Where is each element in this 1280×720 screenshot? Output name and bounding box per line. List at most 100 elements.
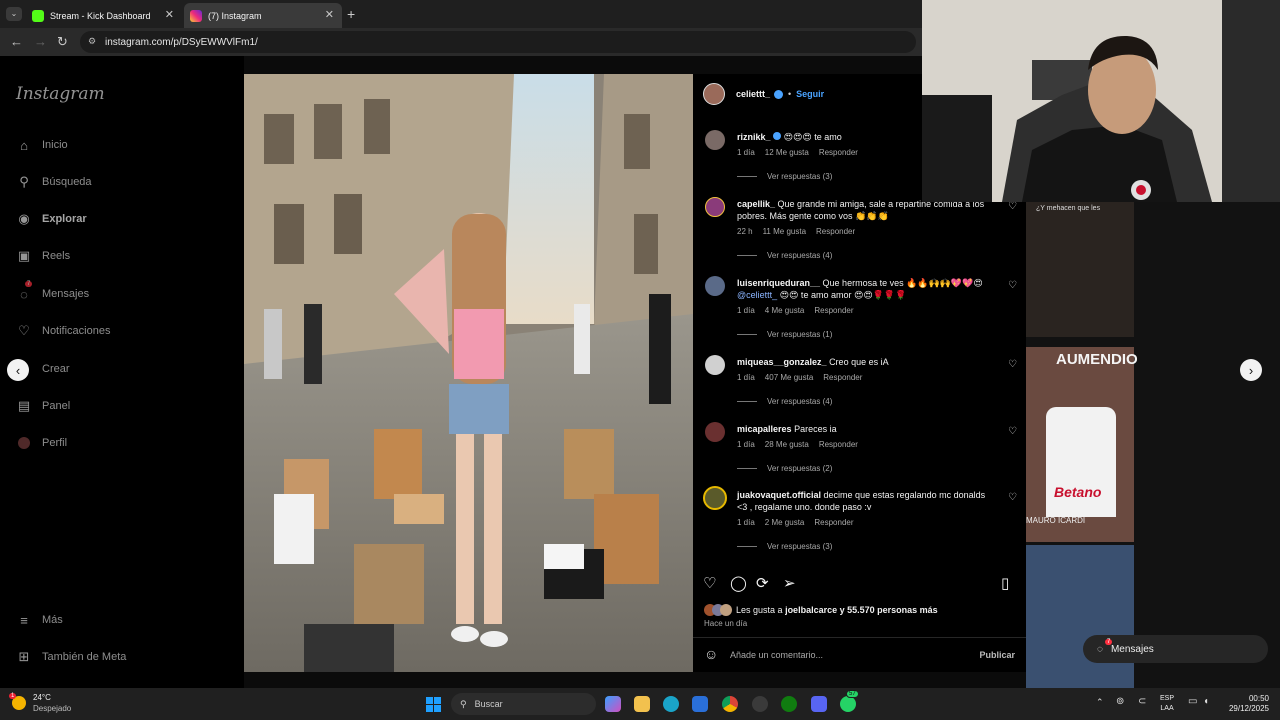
comment-username[interactable]: riznikk_ [737,132,771,142]
author-username[interactable]: celiettt_ [736,89,770,99]
discord-icon[interactable] [811,696,827,712]
follow-button[interactable]: Seguir [796,89,824,99]
chrome-icon[interactable] [722,696,738,712]
site-info-icon[interactable]: ⚙ [88,36,96,47]
new-tab-button[interactable]: + [347,6,355,22]
copilot-icon[interactable] [605,696,621,712]
display-icon[interactable]: ▭ [1188,696,1197,707]
edge-icon[interactable] [663,696,679,712]
comment-avatar[interactable] [705,276,725,296]
file-explorer-icon[interactable] [634,696,650,712]
previous-post-button[interactable]: ‹ [7,359,29,381]
messages-pill[interactable]: ◌ 7 Mensajes [1083,635,1268,663]
reply-button[interactable]: Responder [819,440,858,449]
comment-time: 1 día [737,440,755,449]
likes-user[interactable]: joelbalcarce [785,605,837,615]
share-icon[interactable]: ➢ [783,574,796,592]
sidebar-item-reels[interactable]: ▣ Reels [16,248,70,264]
comment-avatar[interactable] [705,422,725,442]
publish-button[interactable]: Publicar [979,650,1015,660]
tab-kick[interactable]: Stream - Kick Dashboard ✕ [26,3,182,28]
xbox-icon[interactable] [781,696,797,712]
save-icon[interactable]: ▯ [1001,574,1009,592]
instagram-logo[interactable]: Instagram [16,84,105,104]
sidebar-item-explorar[interactable]: ◉ Explorar [16,211,86,227]
comment-likes[interactable]: 28 Me gusta [765,440,809,449]
like-icon[interactable]: ♡ [703,574,716,592]
comment-icon[interactable]: ◯ [730,574,747,592]
tab-instagram[interactable]: (7) Instagram ✕ [184,3,342,28]
volume-icon[interactable]: ◖ [1203,696,1209,707]
sidebar-item-inicio[interactable]: ⌂ Inicio [16,137,68,153]
url-field[interactable]: ⚙ instagram.com/p/DSyEWWVlFm1/ [80,31,916,53]
tray-overflow-icon[interactable]: ⌃ [1096,697,1104,708]
view-replies-button[interactable]: Ver respuestas (1) [767,330,832,339]
close-tab-icon[interactable]: ✕ [325,8,334,21]
sidebar-label: Búsqueda [42,176,92,188]
emoji-icon[interactable]: ☺ [704,646,718,662]
view-replies-button[interactable]: Ver respuestas (4) [767,397,832,406]
language-indicator[interactable]: ESP LAA [1160,694,1174,714]
sidebar-item-mas[interactable]: ≡ Más [16,612,63,628]
comment-likes[interactable]: 407 Me gusta [765,373,813,382]
like-comment-icon[interactable]: ♡ [1008,426,1017,437]
sidebar-item-notificaciones[interactable]: ♡ Notificaciones [16,323,110,339]
view-replies-button[interactable]: Ver respuestas (2) [767,464,832,473]
view-replies-button[interactable]: Ver respuestas (3) [767,172,832,181]
like-comment-icon[interactable]: ♡ [1008,359,1017,370]
like-comment-icon[interactable]: ♡ [1008,492,1017,503]
back-icon[interactable]: ← [10,34,23,49]
close-tab-icon[interactable]: ✕ [165,8,174,21]
sidebar-item-mensajes[interactable]: ◌ 7 Mensajes [16,281,89,302]
comment-username[interactable]: luisenriqueduran__ [737,278,820,288]
divider [737,468,757,469]
view-replies-button[interactable]: Ver respuestas (4) [767,251,832,260]
comment-avatar[interactable] [705,197,725,217]
like-comment-icon[interactable]: ♡ [1008,280,1017,291]
whatsapp-icon[interactable]: 57 [840,690,859,712]
comment-username[interactable]: juakovaquet.official [737,490,821,500]
like-comment-icon[interactable]: ♡ [1008,201,1017,212]
comment-avatar[interactable] [705,355,725,375]
sidebar-item-busqueda[interactable]: ⚲ Búsqueda [16,174,92,190]
author-avatar[interactable] [703,83,725,105]
reload-icon[interactable]: ↻ [57,34,68,50]
post-image[interactable]: ‹ [244,74,693,672]
tab-list-button[interactable]: ⌄ [6,7,22,21]
next-post-button[interactable]: › [1240,359,1262,381]
tab-label: (7) Instagram [208,10,262,21]
clock[interactable]: 00:50 29/12/2025 [1219,694,1269,714]
instagram-sidebar: Instagram ⌂ Inicio ⚲ Búsqueda ◉ Explorar ▣ R… [0,56,244,688]
forward-icon[interactable]: → [34,34,47,49]
comment-time: 22 h [737,227,753,236]
taskbar-search[interactable]: ⚲ Buscar [451,693,596,715]
comment-avatar[interactable] [703,486,727,510]
comment-username[interactable]: capellik_ [737,199,775,209]
comment-likes[interactable]: 11 Me gusta [763,227,806,236]
comment-username[interactable]: miqueas__gonzalez_ [737,357,827,367]
reply-button[interactable]: Responder [814,518,853,527]
comment-input[interactable]: Añade un comentario... [730,650,823,660]
sidebar-item-tambien-de-meta[interactable]: ⊞ También de Meta [16,649,127,665]
comment-likes[interactable]: 2 Me gusta [765,518,805,527]
microphone-icon[interactable]: ⊂ [1138,696,1146,707]
repost-icon[interactable]: ⟳ [756,574,769,592]
reply-button[interactable]: Responder [823,373,862,382]
comment-username[interactable]: micapalleres [737,424,792,434]
sidebar-item-panel[interactable]: ▤ Panel [16,398,70,414]
network-icon[interactable]: ⊚ [1116,696,1124,707]
comment-likes[interactable]: 12 Me gusta [765,148,809,157]
store-icon[interactable] [692,696,708,712]
view-replies-button[interactable]: Ver respuestas (3) [767,542,832,551]
reply-button[interactable]: Responder [814,306,853,315]
comment-mention[interactable]: @celiettt_ [737,290,777,300]
comment-avatar[interactable] [705,130,725,150]
obs-icon[interactable] [752,696,768,712]
reply-button[interactable]: Responder [819,148,858,157]
weather-widget[interactable]: 1 24°C Despejado [9,692,71,714]
start-icon[interactable] [426,697,441,712]
sidebar-item-perfil[interactable]: Perfil [16,435,67,451]
comment-likes[interactable]: 4 Me gusta [765,306,805,315]
likes-suffix[interactable]: y 55.570 personas más [840,605,938,615]
reply-button[interactable]: Responder [816,227,855,236]
